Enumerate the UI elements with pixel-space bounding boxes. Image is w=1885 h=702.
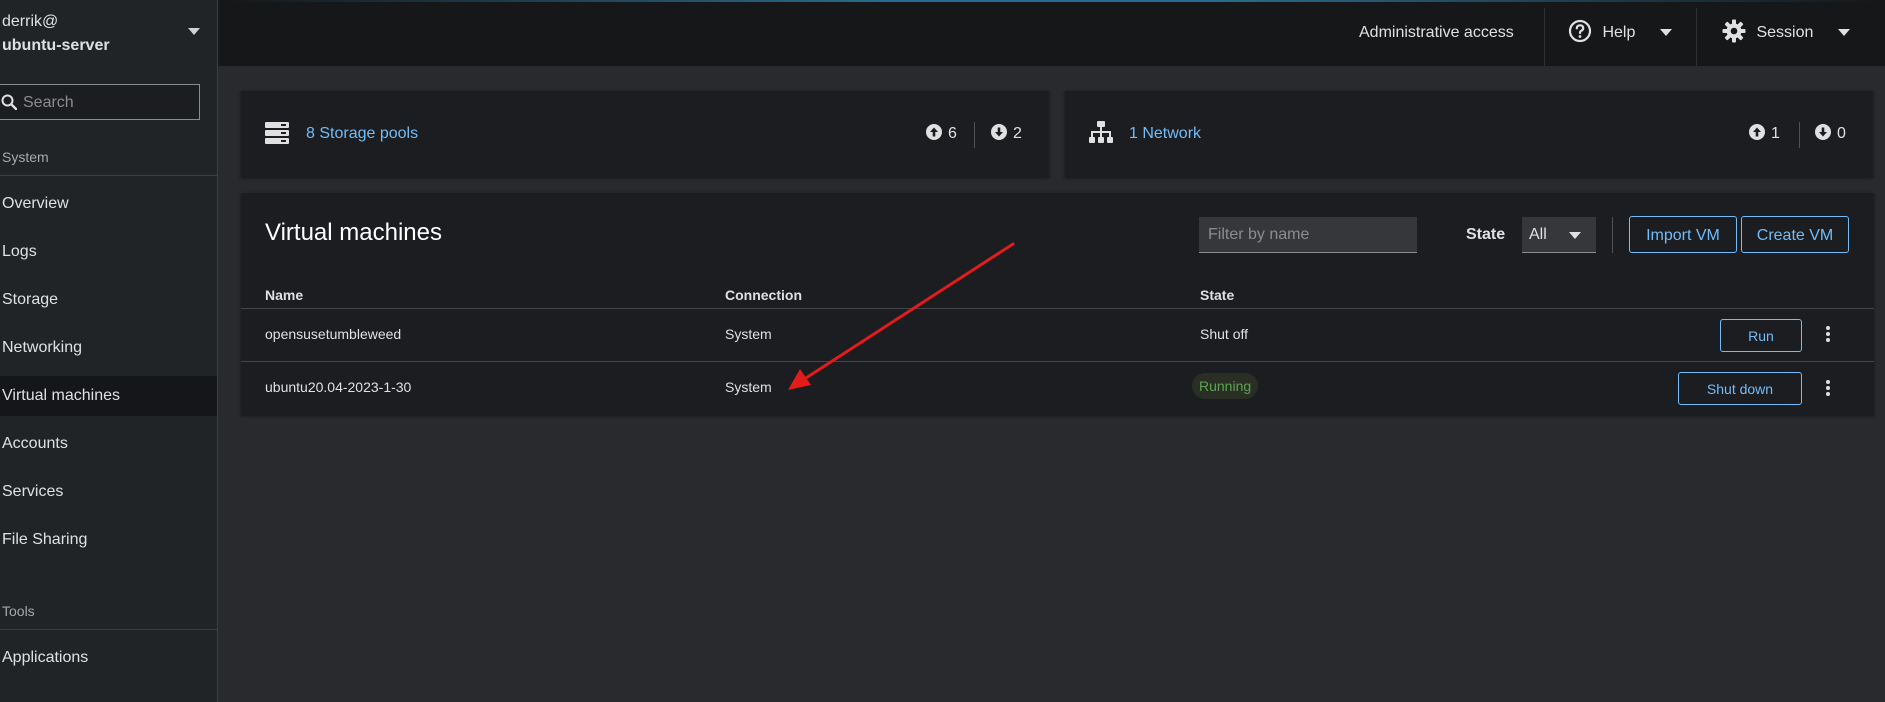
annotation-arrow-icon [788, 242, 1015, 390]
